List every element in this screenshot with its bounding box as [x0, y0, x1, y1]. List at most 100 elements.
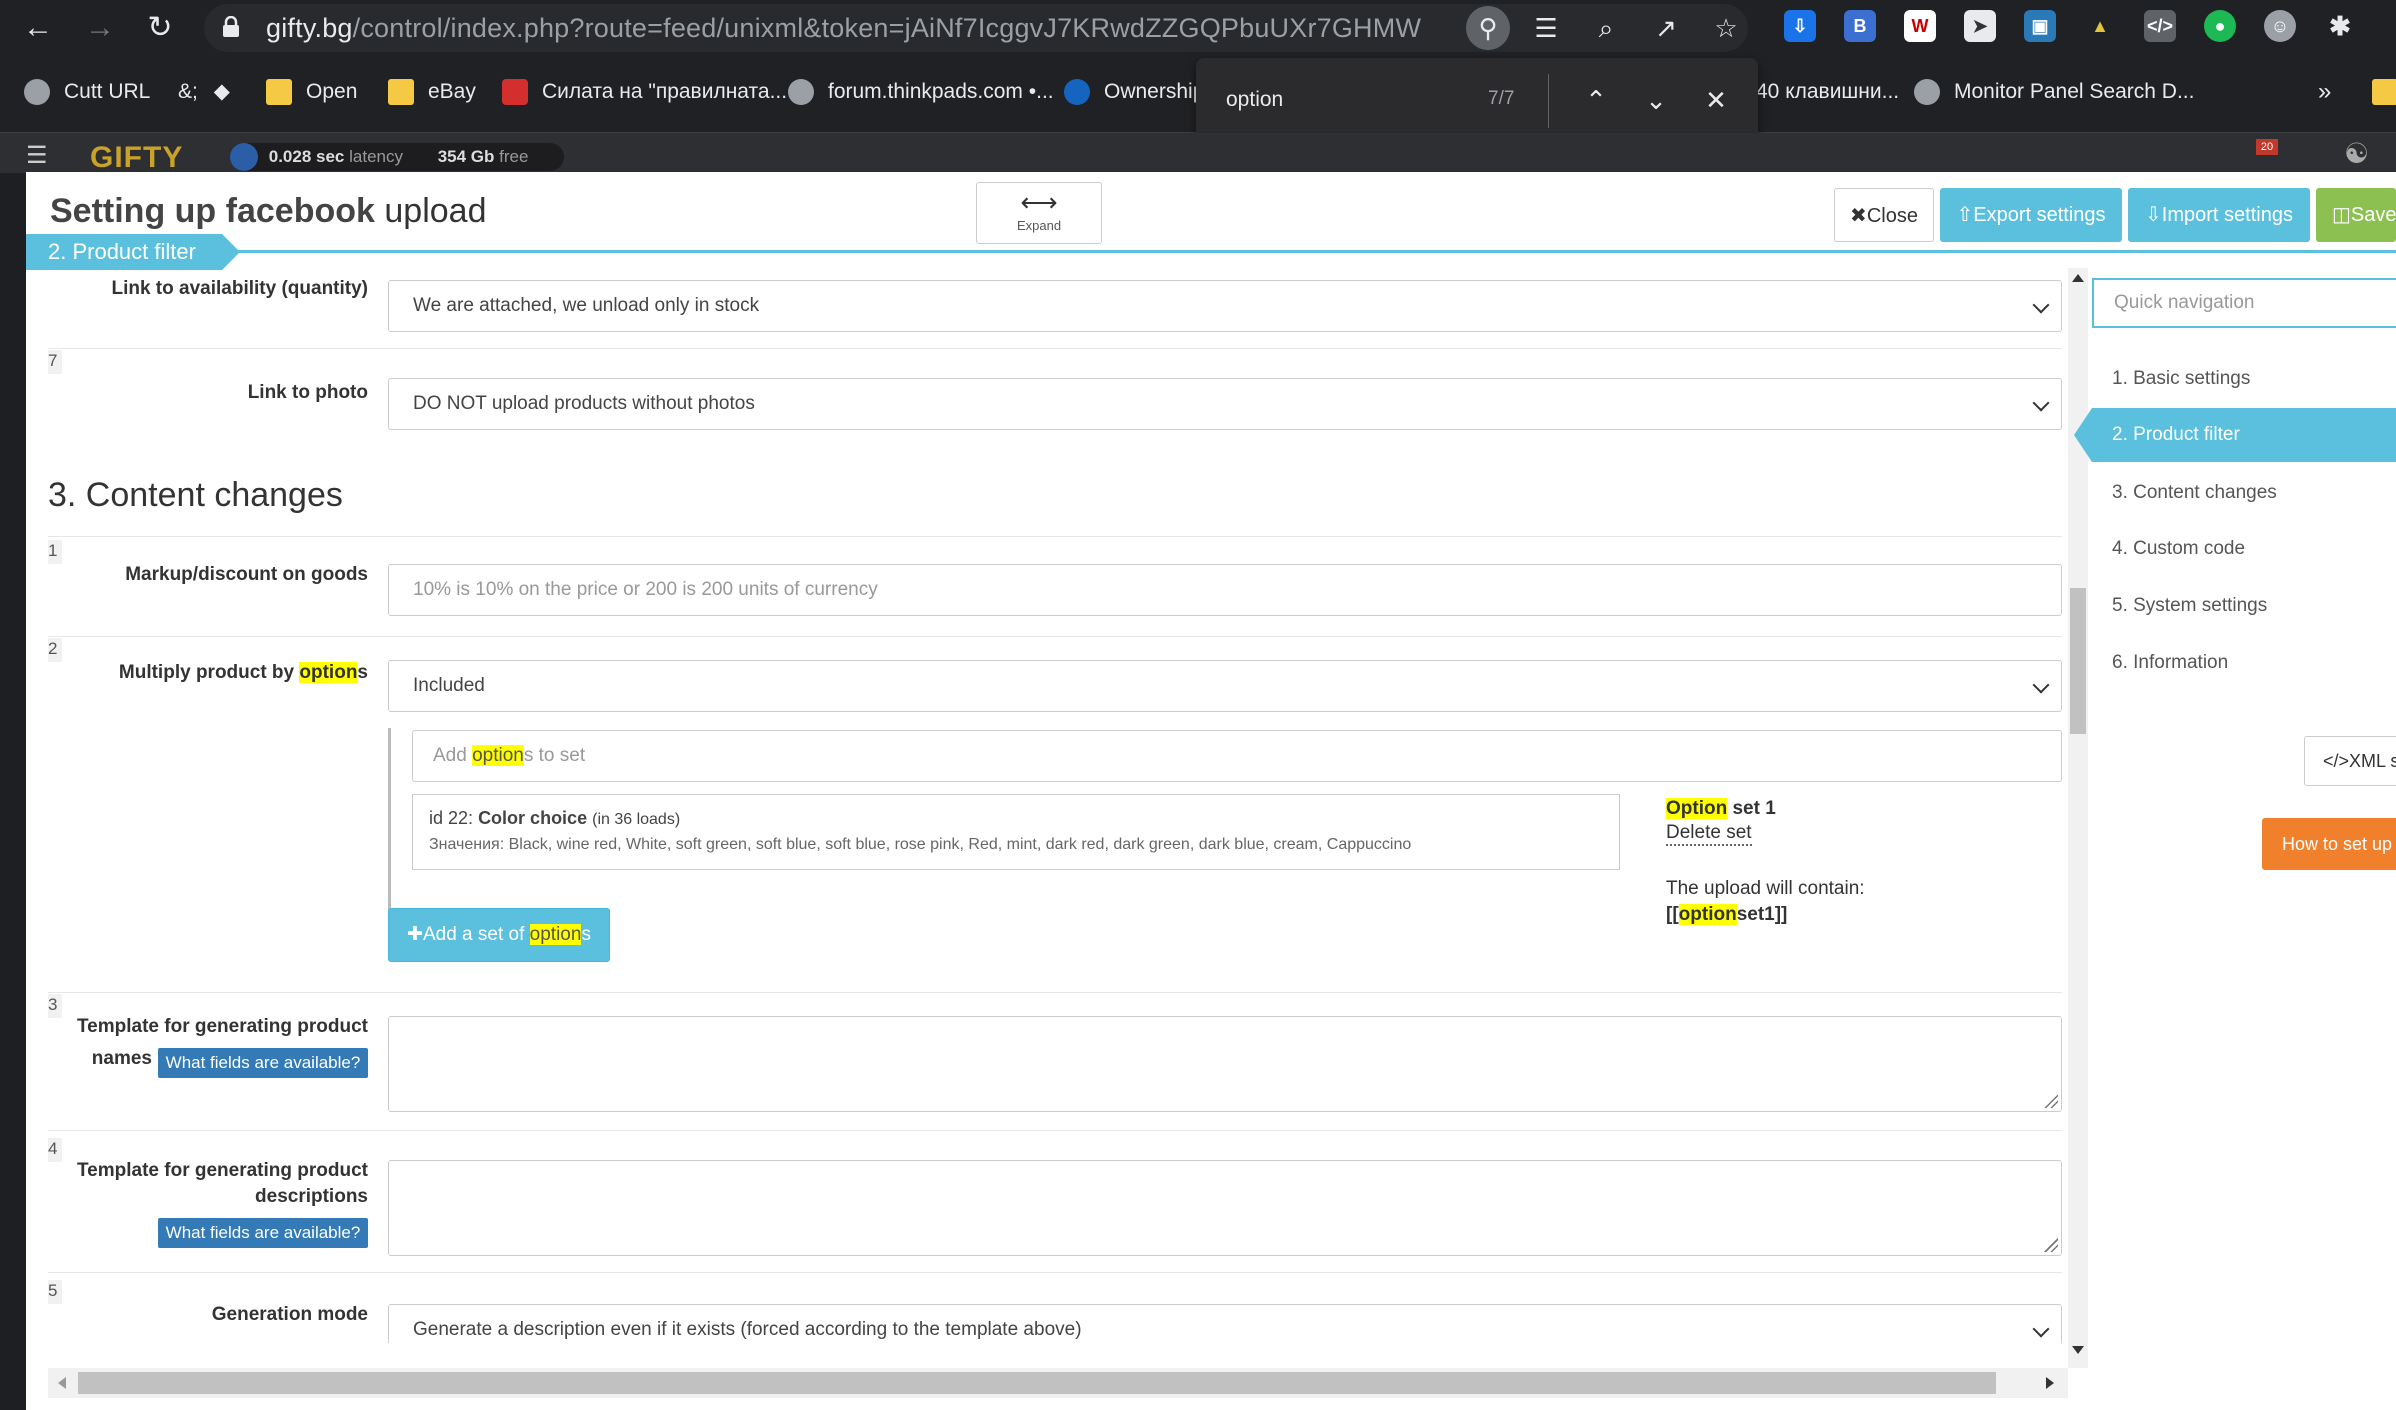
- extensions-puzzle-icon[interactable]: ✱: [2324, 10, 2356, 42]
- support-icon[interactable]: ☯: [2344, 137, 2369, 170]
- nav-product-filter[interactable]: 2. Product filter: [2074, 408, 2396, 462]
- blue-ext-icon[interactable]: B: [1844, 10, 1876, 42]
- how-to-setup-button[interactable]: How to set up fac: [2262, 818, 2396, 870]
- nav-information[interactable]: 6. Information: [2092, 636, 2396, 690]
- translate-icon[interactable]: ☰: [1528, 10, 1564, 46]
- nav-content-changes[interactable]: 3. Content changes: [2092, 466, 2396, 520]
- code-ext-icon[interactable]: </>: [2144, 10, 2176, 42]
- forward-icon[interactable]: →: [82, 10, 118, 46]
- chevron-down-icon: [2032, 296, 2050, 314]
- multiply-label: Multiply product by options: [118, 662, 368, 683]
- chevron-down-icon: [2032, 394, 2050, 412]
- address-bar[interactable]: gifty.bg/control/index.php?route=feed/un…: [204, 4, 1748, 52]
- delete-set-link[interactable]: Delete set: [1666, 822, 1752, 846]
- save-button[interactable]: ◫Save: [2316, 188, 2396, 242]
- close-button[interactable]: ✖Close: [1834, 188, 1934, 242]
- bookmark-amp[interactable]: &; ◆: [178, 74, 230, 110]
- back-icon[interactable]: ←: [20, 10, 56, 46]
- header-divider: [26, 250, 2396, 253]
- row-divider: [48, 536, 2062, 537]
- globe-icon: [1914, 79, 1940, 106]
- desc-template-textarea[interactable]: [388, 1160, 2062, 1256]
- bookmark-shortcuts[interactable]: 40 клавишни...: [1756, 74, 1899, 110]
- option-item[interactable]: id 22: Color choice (in 36 loads) Значен…: [412, 794, 1620, 870]
- scroll-right-icon[interactable]: [2046, 1377, 2054, 1389]
- find-input[interactable]: option: [1226, 88, 1283, 112]
- bookmark-monitor-panel[interactable]: Monitor Panel Search D...: [1914, 74, 2194, 110]
- names-fields-button[interactable]: What fields are available?: [158, 1048, 368, 1078]
- horizontal-scroll-thumb[interactable]: [78, 1372, 1996, 1394]
- markup-input[interactable]: 10% is 10% on the price or 200 is 200 un…: [388, 564, 2062, 616]
- bookmark-ebay[interactable]: eBay: [388, 74, 476, 110]
- generation-select[interactable]: Generate a description even if it exists…: [388, 1304, 2062, 1343]
- option-token: [[optionset1]]: [1666, 904, 1788, 925]
- names-template-textarea[interactable]: [388, 1016, 2062, 1112]
- xml-structure-button[interactable]: </>XML st: [2304, 736, 2396, 786]
- import-settings-button[interactable]: ⇩Import settings: [2128, 188, 2310, 242]
- chevron-down-icon: [2032, 1320, 2050, 1338]
- row-divider: [48, 1130, 2062, 1131]
- globe-icon: [24, 79, 50, 106]
- bookmark-open[interactable]: Open: [266, 74, 357, 110]
- expand-arrows-icon: ⟷: [1020, 187, 1058, 217]
- bookmarks-overflow[interactable]: »: [2318, 74, 2331, 110]
- gray-ext-icon[interactable]: ➤: [1964, 10, 1996, 42]
- find-bar: option 7/7 ⌃ ⌄ ✕: [1196, 58, 1758, 144]
- availability-label: Link to availability (quantity): [111, 278, 368, 299]
- green-ext-icon[interactable]: ●: [2204, 10, 2236, 42]
- menu-icon[interactable]: ☰: [26, 141, 48, 170]
- export-settings-button[interactable]: ⇧Export settings: [1940, 188, 2122, 242]
- bookmark-silata[interactable]: Силата на "правилната...: [502, 74, 787, 110]
- close-icon[interactable]: ✕: [1698, 82, 1734, 118]
- nav-system-settings[interactable]: 5. System settings: [2092, 579, 2396, 633]
- add-options-input[interactable]: Add options to set: [412, 730, 2062, 782]
- expand-button[interactable]: ⟷ Expand: [976, 182, 1102, 244]
- option-set-title: Option set 1: [1666, 798, 1776, 819]
- red-ext-icon[interactable]: W: [1904, 10, 1936, 42]
- find-count: 7/7: [1488, 88, 1515, 109]
- bookmark-ownership[interactable]: Ownership: [1064, 74, 1204, 110]
- search-page-icon[interactable]: ⚲: [1466, 6, 1510, 50]
- add-option-set-button[interactable]: ✚Add a set of options: [388, 908, 610, 962]
- upload-contains-text: The upload will contain:: [1666, 878, 1865, 899]
- multiply-select[interactable]: Included: [388, 660, 2062, 712]
- scroll-down-icon[interactable]: [2072, 1346, 2084, 1354]
- resize-grip-icon[interactable]: [2044, 1094, 2058, 1108]
- dell-icon: [1064, 79, 1090, 106]
- row-divider: [48, 1272, 2062, 1273]
- other-bookmarks-folder[interactable]: [2372, 74, 2396, 110]
- nav-custom-code[interactable]: 4. Custom code: [2092, 522, 2396, 576]
- reddit-ext-icon[interactable]: ☺: [2264, 10, 2296, 42]
- quick-navigation-input[interactable]: Quick navigation: [2092, 278, 2396, 328]
- row-divider: [48, 636, 2062, 637]
- globe-icon: [788, 79, 814, 106]
- url-text: gifty.bg/control/index.php?route=feed/un…: [266, 13, 1422, 43]
- scroll-up-icon[interactable]: [2072, 274, 2084, 282]
- bookmark-cutt-url[interactable]: Cutt URL: [24, 74, 150, 110]
- reload-icon[interactable]: ↻: [142, 10, 178, 46]
- generation-label: Generation mode: [211, 1304, 368, 1325]
- scroll-left-icon[interactable]: [58, 1377, 66, 1389]
- horizontal-scrollbar[interactable]: [48, 1368, 2068, 1398]
- desc-fields-button[interactable]: What fields are available?: [158, 1218, 368, 1248]
- pin-ext-icon[interactable]: ▲: [2084, 10, 2116, 42]
- availability-select[interactable]: We are attached, we unload only in stock: [388, 280, 2062, 332]
- photo-select[interactable]: DO NOT upload products without photos: [388, 378, 2062, 430]
- names-template-label-line2: names: [91, 1048, 152, 1069]
- download-ext-icon[interactable]: ⇩: [1784, 10, 1816, 42]
- share-icon[interactable]: ↗: [1648, 10, 1684, 46]
- latency-badge: 0.028 sec latency 354 Gb free: [230, 143, 564, 171]
- vertical-scroll-thumb[interactable]: [2070, 588, 2086, 734]
- row-divider: [48, 348, 2062, 349]
- window-ext-icon[interactable]: ▣: [2024, 10, 2056, 42]
- notification-count[interactable]: 20: [2256, 139, 2278, 155]
- chevron-up-icon[interactable]: ⌃: [1578, 82, 1614, 118]
- floppy-icon: ◫: [2332, 204, 2351, 226]
- bookmark-star-icon[interactable]: ☆: [1708, 10, 1744, 46]
- resize-grip-icon[interactable]: [2044, 1238, 2058, 1252]
- logo: GIFTY: [90, 141, 184, 174]
- zoom-icon[interactable]: ⌕: [1588, 10, 1624, 46]
- chevron-down-icon[interactable]: ⌄: [1638, 82, 1674, 118]
- nav-basic-settings[interactable]: 1. Basic settings: [2092, 352, 2396, 406]
- bookmark-thinkpads[interactable]: forum.thinkpads.com •...: [788, 74, 1054, 110]
